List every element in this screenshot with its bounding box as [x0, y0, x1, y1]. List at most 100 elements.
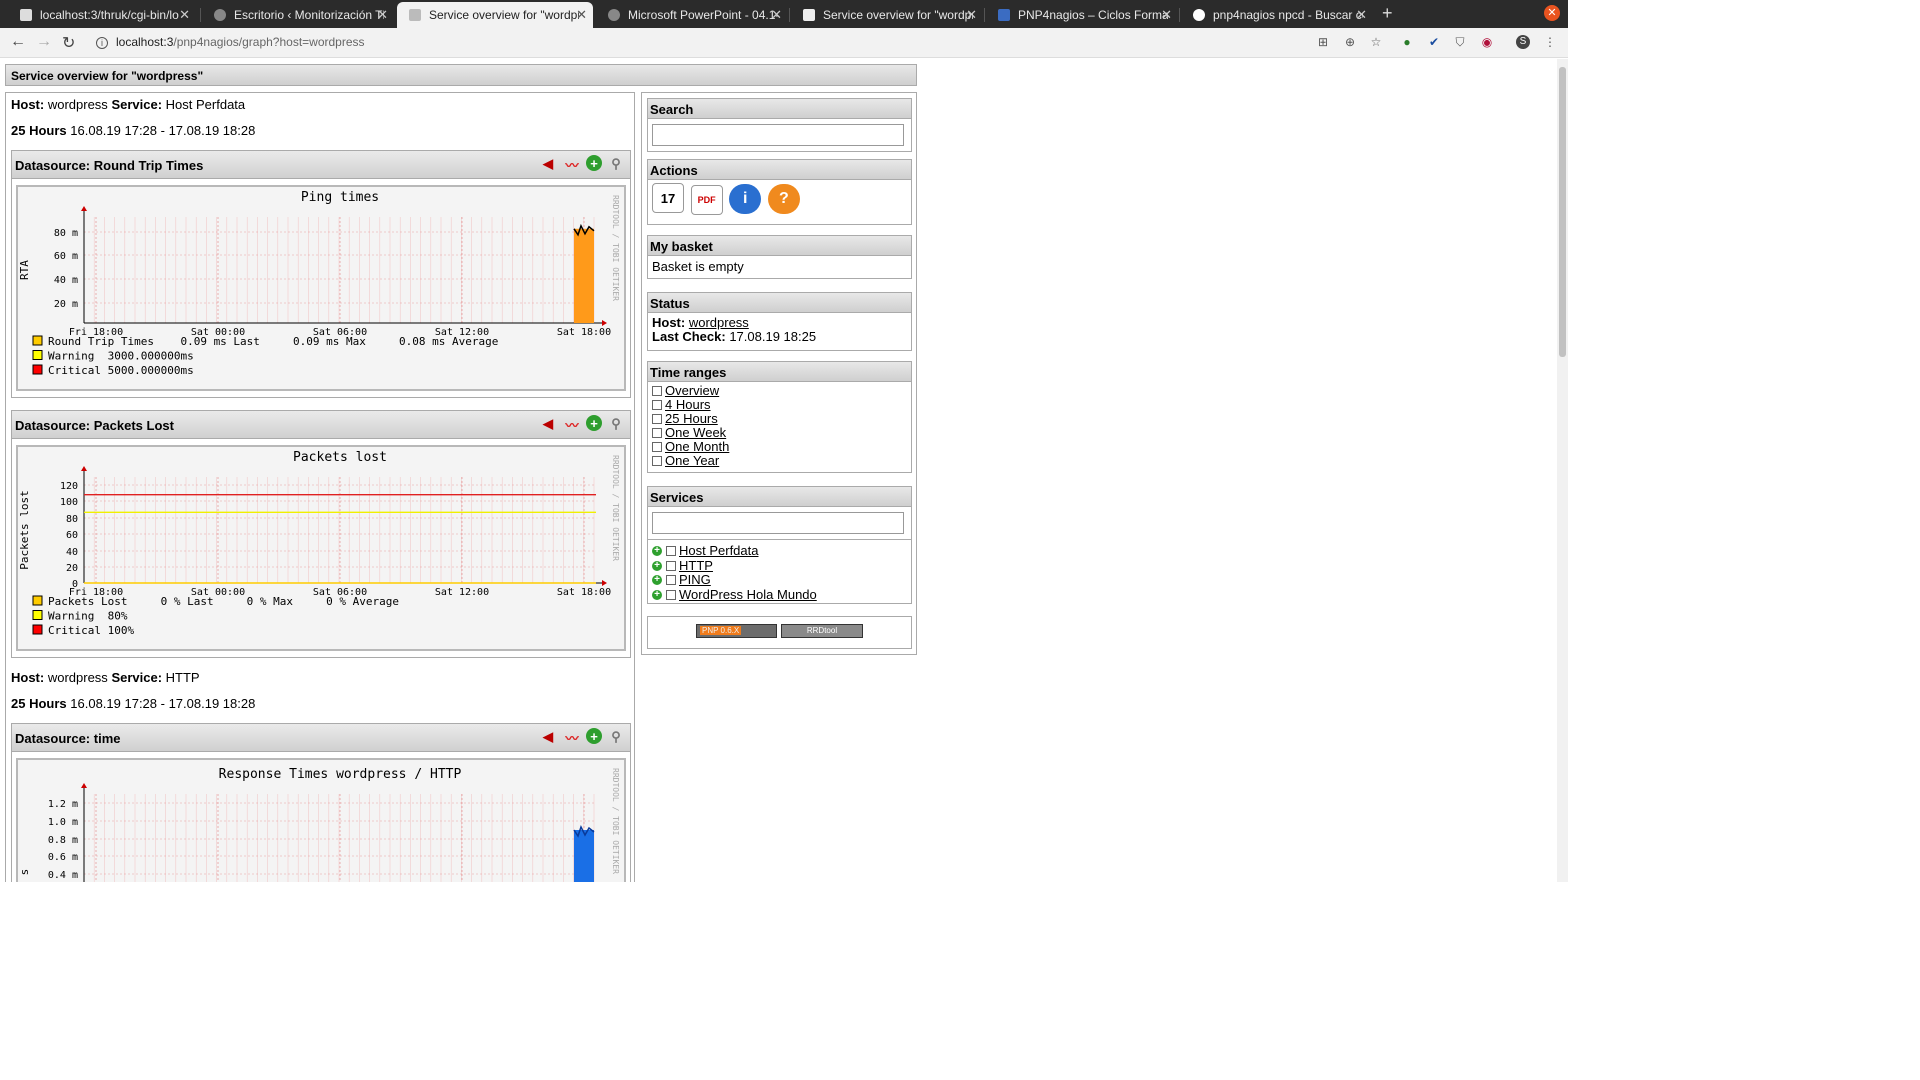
address-bar[interactable]: i localhost:3/pnp4nagios/graph?host=wordp…	[96, 35, 365, 49]
time-range-link[interactable]: One Month	[652, 440, 907, 454]
add-icon[interactable]: +	[652, 589, 662, 600]
tab-5[interactable]: PNP4nagios – Ciclos Formativ ✕	[986, 2, 1178, 28]
legend-label: Round Trip Times 0.09 ms Last 0.09 ms Ma…	[48, 335, 498, 348]
add-icon[interactable]: +	[652, 546, 662, 557]
rrdtool-badge[interactable]: RRDtool	[781, 624, 863, 638]
info-icon[interactable]: i	[729, 183, 762, 214]
x-tick-label: Sat 18:00	[557, 587, 611, 598]
y-tick-label: 1.2 m	[48, 799, 78, 810]
scrollbar[interactable]	[1557, 59, 1568, 882]
external-link-icon	[666, 575, 676, 586]
close-icon[interactable]: ✕	[1161, 7, 1172, 23]
megaphone-icon[interactable]: ◀	[538, 415, 558, 433]
tab-4[interactable]: Service overview for "wordpre ✕	[791, 2, 983, 28]
menu-icon[interactable]: ⋮	[1543, 35, 1557, 49]
service-link[interactable]: + HTTP	[652, 558, 907, 574]
close-icon[interactable]: ✕	[966, 7, 977, 23]
services-panel: Services + Host Perfdata + HTTP + PING + Wor…	[647, 486, 912, 604]
add-icon[interactable]: +	[652, 575, 662, 586]
legend-swatch	[32, 335, 43, 346]
y-tick-label: 80 m	[54, 228, 78, 239]
pdf-icon[interactable]: PDF	[690, 184, 723, 215]
tab-6[interactable]: pnp4nagios npcd - Buscar co ✕	[1181, 2, 1373, 28]
extension-icon[interactable]: ◉	[1480, 35, 1494, 49]
axis-arrow	[81, 466, 87, 471]
legend-label: Packets Lost 0 % Last 0 % Max 0 % Averag…	[48, 595, 399, 608]
y-tick-label: 0.6 m	[48, 852, 78, 863]
legend-label: Warning 3000.000000ms	[48, 350, 194, 363]
close-icon[interactable]: ✕	[377, 7, 388, 23]
pulse-icon[interactable]: 〰	[562, 728, 582, 746]
panel-title: Services	[648, 487, 911, 507]
zoom-icon[interactable]: ⊕	[1343, 35, 1357, 49]
service-link[interactable]: + Host Perfdata	[652, 544, 907, 559]
tab-1[interactable]: Escritorio ‹ Monitorización TF ✕	[202, 2, 394, 28]
time-range-link[interactable]: One Week	[652, 426, 907, 440]
avatar[interactable]: S	[1516, 35, 1530, 49]
back-icon[interactable]: ←	[10, 33, 26, 51]
translate-icon[interactable]: ⊞	[1316, 35, 1330, 49]
legend-label: Critical 100%	[48, 624, 134, 637]
external-link-icon	[652, 414, 662, 424]
legend-label: Critical 5000.000000ms	[48, 364, 194, 377]
close-icon[interactable]: ✕	[576, 7, 587, 23]
add-icon[interactable]: +	[652, 560, 662, 571]
y-axis-label: Packets lost	[18, 490, 31, 569]
graph-packets[interactable]: Packets lost RRDTOOL / TOBI OETIKER Packet…	[16, 445, 626, 651]
tab-0[interactable]: localhost:3/thruk/cgi-bin/lo ✕	[8, 2, 196, 28]
tab-3[interactable]: Microsoft PowerPoint - 04.1-C ✕	[596, 2, 788, 28]
pnp-badge[interactable]: PNP 0.6.X	[696, 624, 777, 638]
close-icon[interactable]: ✕	[1356, 7, 1367, 23]
axis-arrow	[81, 783, 87, 788]
page-icon	[803, 9, 815, 21]
time-range-link[interactable]: One Year	[652, 454, 907, 468]
megaphone-icon[interactable]: ◀	[538, 155, 558, 173]
extension-icon[interactable]: ●	[1400, 35, 1414, 49]
service-filter-input[interactable]	[652, 512, 904, 534]
page-content: Service overview for "wordpress" Host: w…	[0, 59, 1557, 882]
megaphone-icon[interactable]: ◀	[538, 728, 558, 746]
time-range-link[interactable]: 4 Hours	[652, 398, 907, 412]
service-link[interactable]: + PING	[652, 573, 907, 588]
close-icon[interactable]: ✕	[179, 7, 190, 23]
y-tick-label: 0.8 m	[48, 835, 78, 846]
reload-icon[interactable]: ↻	[62, 33, 75, 53]
pulse-icon[interactable]: 〰	[562, 155, 582, 173]
host-link[interactable]: wordpress	[689, 315, 749, 330]
external-link-icon	[666, 589, 676, 600]
add-basket-icon[interactable]: +	[586, 728, 602, 744]
legend-swatch	[32, 624, 43, 635]
graph-ping[interactable]: Ping times RRDTOOL / TOBI OETIKER RTA 80 m 6…	[16, 185, 626, 391]
x-tick-label: Sat 12:00	[435, 587, 489, 598]
search-input[interactable]	[652, 124, 904, 146]
new-tab-button[interactable]: +	[1382, 3, 1393, 24]
tab-2[interactable]: Service overview for "wordpre ✕	[397, 2, 593, 28]
zoom-icon[interactable]: ⚲	[606, 155, 626, 173]
graph-response[interactable]: Response Times wordpress / HTTP RRDTOOL /…	[16, 758, 626, 882]
add-basket-icon[interactable]: +	[586, 415, 602, 431]
service-link[interactable]: + WordPress Hola Mundo	[652, 587, 907, 603]
forward-icon[interactable]: →	[36, 33, 52, 51]
zoom-icon[interactable]: ⚲	[606, 728, 626, 746]
status-host: Host: wordpress	[652, 315, 749, 330]
external-link-icon	[652, 442, 662, 452]
bookmark-star-icon[interactable]: ☆	[1369, 35, 1383, 49]
close-icon[interactable]: ✕	[771, 7, 782, 23]
wordpress-icon	[214, 9, 226, 21]
time-range-link[interactable]: 25 Hours	[652, 412, 907, 426]
zoom-icon[interactable]: ⚲	[606, 415, 626, 433]
time-range-link[interactable]: Overview	[652, 384, 907, 398]
shield-icon[interactable]: ⛉	[1453, 35, 1467, 49]
help-icon[interactable]: ?	[767, 183, 800, 214]
window-close-button[interactable]: ✕	[1544, 5, 1560, 21]
service-info: Host: wordpress Service: Host Perfdata	[11, 97, 246, 112]
add-basket-icon[interactable]: +	[586, 155, 602, 171]
service-info: Host: wordpress Service: HTTP	[11, 670, 200, 685]
panel-title: Time ranges	[648, 362, 911, 382]
extension-icon[interactable]: ✔	[1427, 35, 1441, 49]
calendar-icon[interactable]: 17	[652, 183, 684, 213]
pulse-icon[interactable]: 〰	[562, 415, 582, 433]
info-icon[interactable]: i	[96, 37, 108, 49]
external-link-icon	[666, 546, 676, 557]
scrollbar-thumb[interactable]	[1559, 67, 1566, 357]
